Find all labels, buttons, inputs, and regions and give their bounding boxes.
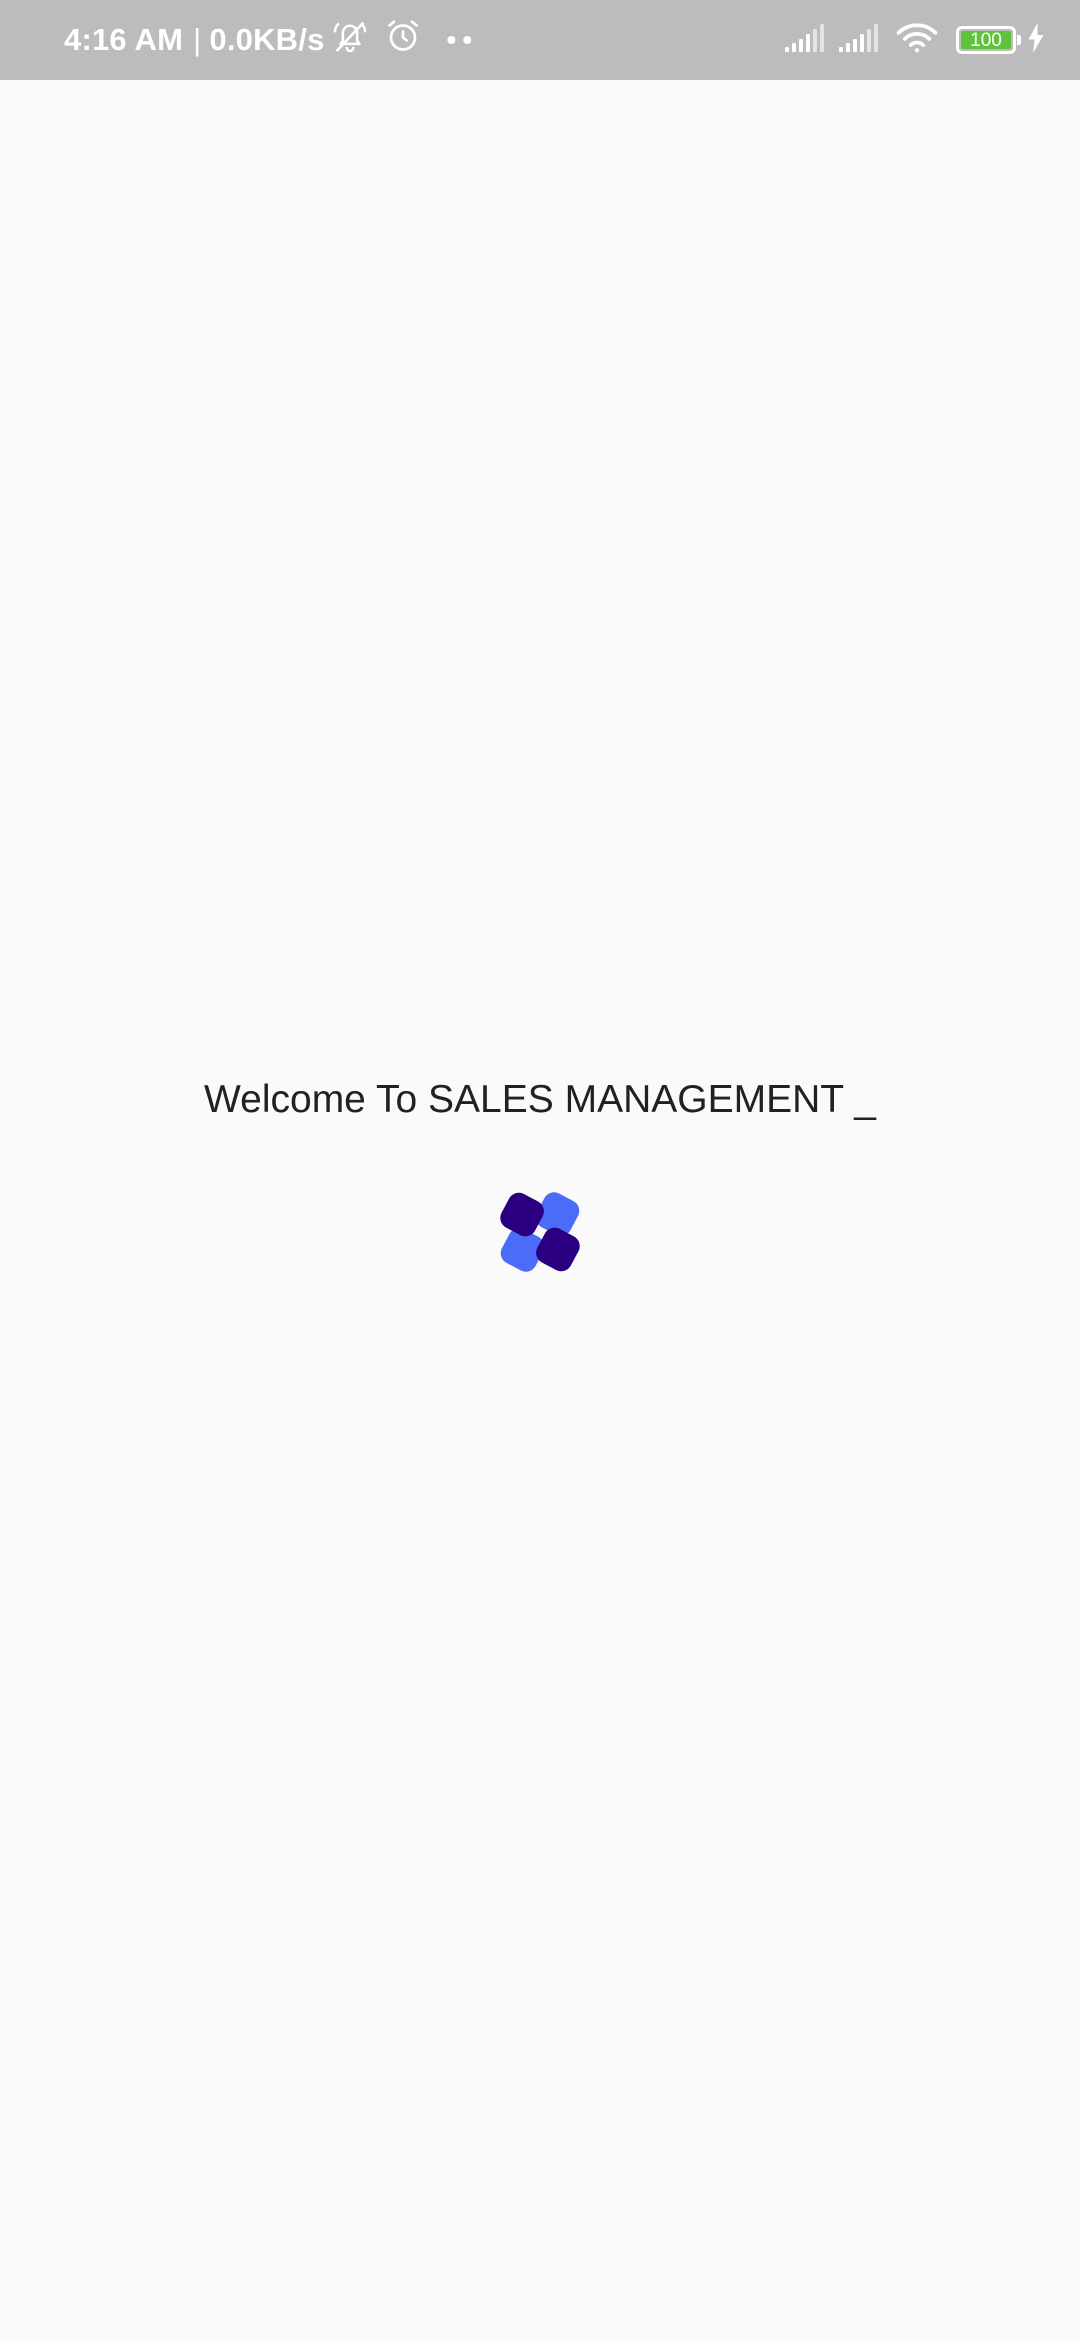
battery-level: 100 xyxy=(961,31,1011,50)
status-time: 4:16 AM xyxy=(64,22,184,57)
battery-tip xyxy=(1017,35,1021,45)
network-speed: 0.0KB/s xyxy=(209,22,325,57)
welcome-text: Welcome To SALES MANAGEMENT _ xyxy=(204,1078,876,1121)
more-dots-icon: •• xyxy=(446,24,479,55)
alarm-icon xyxy=(385,18,421,62)
status-bar: 4:16 AM | 0.0KB/s •• 100 xyxy=(0,0,1080,80)
battery-icon: 100 xyxy=(956,26,1021,54)
status-separator: | xyxy=(193,22,202,57)
wifi-icon xyxy=(896,22,938,59)
signal-icon xyxy=(838,23,880,58)
loading-spinner-icon xyxy=(484,1176,596,1288)
charging-icon xyxy=(1026,22,1046,58)
status-bar-right: 100 xyxy=(784,0,1046,80)
status-bar-left: 4:16 AM | 0.0KB/s •• xyxy=(64,0,478,80)
mute-bell-icon xyxy=(331,17,369,63)
signal-icon xyxy=(784,23,826,58)
